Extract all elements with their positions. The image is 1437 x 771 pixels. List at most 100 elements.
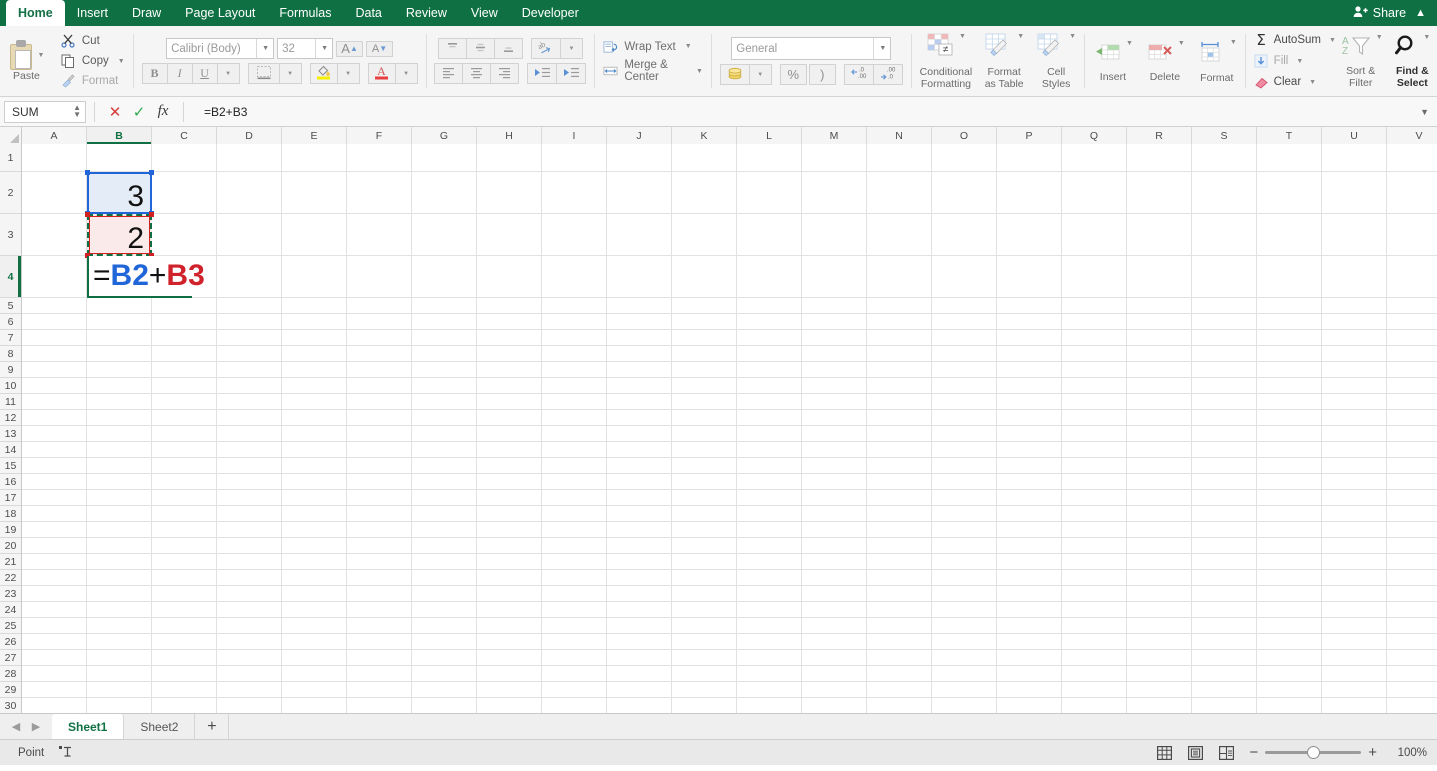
cell-O22[interactable] <box>932 570 997 586</box>
cell-H27[interactable] <box>477 650 542 666</box>
align-right-button[interactable] <box>490 63 520 84</box>
cell-B22[interactable] <box>87 570 152 586</box>
cell-Q7[interactable] <box>1062 330 1127 346</box>
cell-B26[interactable] <box>87 634 152 650</box>
increase-decimal-button[interactable]: .0.00 <box>843 64 874 85</box>
cell-M5[interactable] <box>802 298 867 314</box>
cell-F21[interactable] <box>347 554 412 570</box>
row-header-18[interactable]: 18 <box>0 506 21 522</box>
chevron-down-icon[interactable]: ▼ <box>1126 40 1133 47</box>
number-format-select[interactable]: General ▼ <box>731 37 892 60</box>
cell-P27[interactable] <box>997 650 1062 666</box>
cell-T20[interactable] <box>1257 538 1322 554</box>
cell-G11[interactable] <box>412 394 477 410</box>
ribbon-tab-home[interactable]: Home <box>6 0 65 26</box>
cell-U11[interactable] <box>1322 394 1387 410</box>
cell-U1[interactable] <box>1322 144 1387 172</box>
row-header-8[interactable]: 8 <box>0 346 21 362</box>
cell-C14[interactable] <box>152 442 217 458</box>
cell-I24[interactable] <box>542 602 607 618</box>
cell-D4[interactable] <box>217 256 282 298</box>
cell-V1[interactable] <box>1387 144 1437 172</box>
cell-U19[interactable] <box>1322 522 1387 538</box>
cell-Q15[interactable] <box>1062 458 1127 474</box>
cell-A27[interactable] <box>22 650 87 666</box>
column-header-g[interactable]: G <box>412 127 477 144</box>
cell-L12[interactable] <box>737 410 802 426</box>
chevron-down-icon[interactable]: ▼ <box>685 43 692 50</box>
cell-M6[interactable] <box>802 314 867 330</box>
cell-F18[interactable] <box>347 506 412 522</box>
cell-G26[interactable] <box>412 634 477 650</box>
cell-K18[interactable] <box>672 506 737 522</box>
cell-O11[interactable] <box>932 394 997 410</box>
cell-J7[interactable] <box>607 330 672 346</box>
ribbon-tab-formulas[interactable]: Formulas <box>267 0 343 26</box>
cell-O20[interactable] <box>932 538 997 554</box>
accounting-dropdown[interactable]: ▼ <box>748 64 772 85</box>
cell-B1[interactable] <box>87 144 152 172</box>
cell-Q24[interactable] <box>1062 602 1127 618</box>
cell-B5[interactable] <box>87 298 152 314</box>
cell-P5[interactable] <box>997 298 1062 314</box>
cell-U29[interactable] <box>1322 682 1387 698</box>
cell-C28[interactable] <box>152 666 217 682</box>
cell-Q19[interactable] <box>1062 522 1127 538</box>
cell-T6[interactable] <box>1257 314 1322 330</box>
cell-B23[interactable] <box>87 586 152 602</box>
cell-C9[interactable] <box>152 362 217 378</box>
cell-V21[interactable] <box>1387 554 1437 570</box>
cell-O25[interactable] <box>932 618 997 634</box>
cell-F26[interactable] <box>347 634 412 650</box>
cell-K4[interactable] <box>672 256 737 298</box>
cell-K17[interactable] <box>672 490 737 506</box>
cell-N7[interactable] <box>867 330 932 346</box>
cell-E7[interactable] <box>282 330 347 346</box>
cell-B3[interactable] <box>87 214 152 256</box>
cell-M22[interactable] <box>802 570 867 586</box>
cell-G12[interactable] <box>412 410 477 426</box>
cell-R30[interactable] <box>1127 698 1192 713</box>
select-all-corner[interactable] <box>0 127 22 144</box>
cell-U14[interactable] <box>1322 442 1387 458</box>
cell-L7[interactable] <box>737 330 802 346</box>
cell-O6[interactable] <box>932 314 997 330</box>
chevron-down-icon[interactable]: ▼ <box>1309 79 1316 86</box>
cell-R16[interactable] <box>1127 474 1192 490</box>
cell-J2[interactable] <box>607 172 672 214</box>
cell-J23[interactable] <box>607 586 672 602</box>
cell-Q6[interactable] <box>1062 314 1127 330</box>
cell-styles-button[interactable]: ▼ Cell Styles <box>1030 26 1082 96</box>
cell-G22[interactable] <box>412 570 477 586</box>
insert-function-button[interactable]: fx <box>151 103 175 120</box>
cell-E11[interactable] <box>282 394 347 410</box>
cell-I3[interactable] <box>542 214 607 256</box>
confirm-edit-button[interactable]: ✓ <box>127 103 151 121</box>
cell-P7[interactable] <box>997 330 1062 346</box>
name-box[interactable]: SUM ▲ ▼ <box>4 100 86 123</box>
cell-F17[interactable] <box>347 490 412 506</box>
cell-V25[interactable] <box>1387 618 1437 634</box>
cell-F15[interactable] <box>347 458 412 474</box>
cell-B16[interactable] <box>87 474 152 490</box>
align-top-button[interactable] <box>437 38 467 59</box>
ribbon-tab-data[interactable]: Data <box>343 0 393 26</box>
cell-U6[interactable] <box>1322 314 1387 330</box>
zoom-out-button[interactable]: − <box>1249 744 1258 761</box>
cell-G21[interactable] <box>412 554 477 570</box>
cell-K6[interactable] <box>672 314 737 330</box>
cell-T26[interactable] <box>1257 634 1322 650</box>
cell-M25[interactable] <box>802 618 867 634</box>
cell-R5[interactable] <box>1127 298 1192 314</box>
column-header-v[interactable]: V <box>1387 127 1437 144</box>
cell-R17[interactable] <box>1127 490 1192 506</box>
autosum-button[interactable]: Σ AutoSum ▼ <box>1254 31 1336 49</box>
cell-K7[interactable] <box>672 330 737 346</box>
cell-C23[interactable] <box>152 586 217 602</box>
cell-A28[interactable] <box>22 666 87 682</box>
cell-V19[interactable] <box>1387 522 1437 538</box>
cell-I19[interactable] <box>542 522 607 538</box>
cell-P30[interactable] <box>997 698 1062 713</box>
font-color-dropdown[interactable]: ▼ <box>394 63 418 84</box>
column-header-e[interactable]: E <box>282 127 347 144</box>
